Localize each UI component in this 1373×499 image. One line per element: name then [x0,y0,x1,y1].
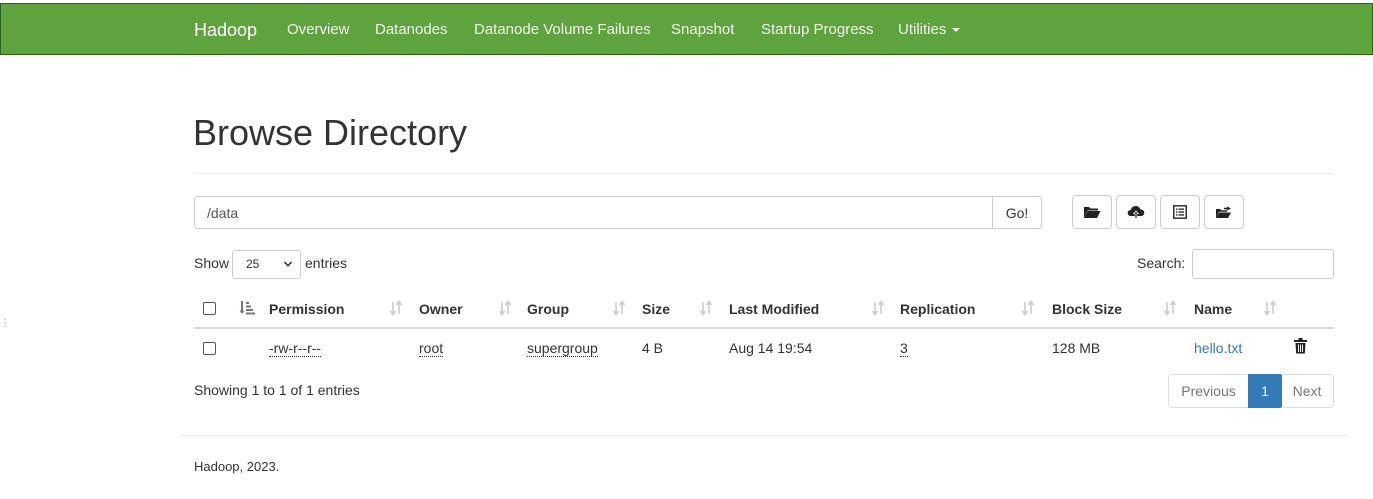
upload-files-button[interactable] [1116,195,1156,229]
caret-down-icon [952,28,961,33]
column-header-name[interactable]: Name [1194,301,1232,317]
column-header-last-modified[interactable]: Last Modified [729,301,819,317]
nav-startup-progress[interactable]: Startup Progress [761,21,874,38]
pagination-next[interactable]: Next [1281,374,1334,408]
cell-name-link[interactable]: hello.txt [1194,340,1242,356]
nav-utilities-dropdown[interactable]: Utilities [898,21,961,38]
table-info: Showing 1 to 1 of 1 entries [194,382,360,398]
cell-group[interactable]: supergroup [527,340,598,357]
footer-divider [179,435,1349,436]
column-header-group[interactable]: Group [527,301,569,317]
nav-overview[interactable]: Overview [287,21,350,38]
show-label: Show [194,255,230,271]
top-navbar: Hadoop Overview Datanodes Datanode Volum… [0,3,1373,55]
column-header-owner[interactable]: Owner [419,301,463,317]
cell-size: 4 B [642,340,664,356]
sort-icon[interactable] [871,300,885,316]
sort-icon[interactable] [498,300,512,316]
column-header-permission[interactable]: Permission [269,301,344,317]
nav-utilities-label: Utilities [898,21,947,38]
trash-icon[interactable] [1294,338,1307,354]
cell-permission[interactable]: -rw-r--r-- [269,340,322,357]
list-icon [1173,205,1187,219]
paste-button[interactable] [1204,195,1244,229]
footer-text: Hadoop, 2023. [194,459,280,474]
title-divider [193,173,1334,174]
brand-logo[interactable]: Hadoop [194,20,257,41]
chevron-down-icon [283,261,293,267]
page-title: Browse Directory [193,112,468,153]
sort-icon[interactable] [1163,300,1177,316]
search-input[interactable] [1192,249,1334,279]
table-header-divider [194,327,1334,329]
cell-last-modified: Aug 14 19:54 [729,340,813,356]
select-all-checkbox[interactable] [203,302,216,315]
nav-datanode-volume-failures[interactable]: Datanode Volume Failures [474,21,651,38]
sort-icon[interactable] [612,300,626,316]
cut-list-button[interactable] [1160,195,1200,229]
sort-icon[interactable] [389,300,403,316]
sort-icon[interactable] [1021,300,1035,316]
sort-icon[interactable] [1263,300,1277,316]
row-checkbox[interactable] [203,342,216,355]
folder-move-icon [1216,206,1231,218]
cloud-upload-icon [1127,205,1145,219]
cell-block-size: 128 MB [1052,340,1101,356]
directory-path-input[interactable] [194,196,993,229]
cell-replication[interactable]: 3 [900,340,908,357]
pagination-page-1[interactable]: 1 [1248,374,1282,408]
sort-desc-icon[interactable] [239,300,255,316]
nav-snapshot[interactable]: Snapshot [671,21,734,38]
nav-datanodes[interactable]: Datanodes [375,21,448,38]
cell-owner[interactable]: root [419,340,444,357]
create-directory-button[interactable] [1072,195,1112,229]
column-header-block-size[interactable]: Block Size [1052,301,1122,317]
folder-open-icon [1084,207,1101,218]
column-header-replication[interactable]: Replication [900,301,975,317]
entries-select[interactable]: 25 [232,250,301,279]
resize-handle-icon[interactable]: ⋮ [0,318,10,329]
entries-label: entries [305,255,348,271]
go-button[interactable]: Go! [992,196,1042,229]
pagination-previous[interactable]: Previous [1168,374,1249,408]
column-header-size[interactable]: Size [642,301,670,317]
sort-icon[interactable] [699,300,713,316]
entries-select-value: 25 [246,257,260,271]
search-label: Search: [1137,255,1186,271]
